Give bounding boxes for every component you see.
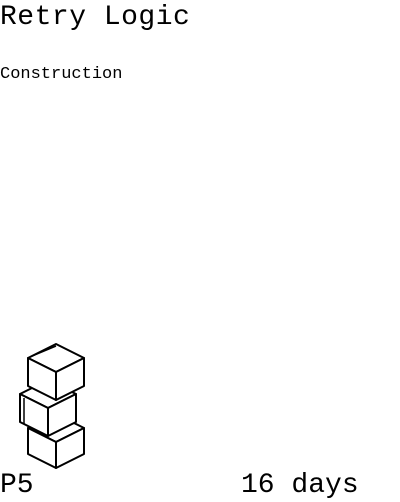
card-category: Construction [0, 65, 123, 84]
card-code: P5 [0, 470, 34, 501]
stacked-blocks-icon [16, 340, 92, 472]
card-duration: 16 days [241, 470, 359, 501]
card-title: Retry Logic [0, 2, 191, 33]
